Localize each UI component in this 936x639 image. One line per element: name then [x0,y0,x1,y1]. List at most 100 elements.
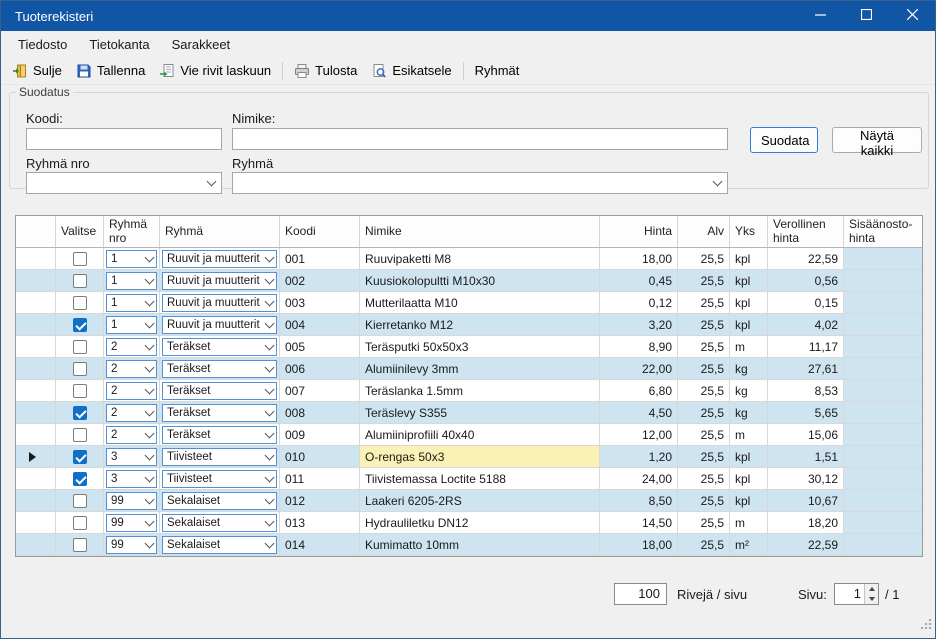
group-select[interactable]: Ruuvit ja muutterit [162,316,277,334]
column-header-verollinen-hinta[interactable]: Verollinen hinta [768,216,844,247]
cell-koodi[interactable]: 007 [280,380,360,402]
cell-alv[interactable]: 25,5 [678,534,730,556]
row-selector[interactable] [16,358,56,380]
cell-nimike[interactable]: Teräslevy S355 [360,402,600,424]
group-select[interactable]: Ruuvit ja muutterit [162,250,277,268]
close-button[interactable] [889,1,935,31]
combo-cell[interactable]: Teräkset [160,380,280,402]
cell-yks[interactable]: m [730,336,768,358]
row-selector[interactable] [16,314,56,336]
cell-sisaanosto-hinta[interactable] [844,314,923,336]
row-selector[interactable] [16,490,56,512]
menu-tiedosto[interactable]: Tiedosto [7,31,78,57]
combo-cell[interactable]: Sekalaiset [160,534,280,556]
cell-verollinen-hinta[interactable]: 22,59 [768,248,844,270]
group-select[interactable]: Ruuvit ja muutterit [162,294,277,312]
checkbox-cell[interactable] [56,468,104,490]
cell-hinta[interactable]: 4,50 [600,402,678,424]
combo-cell[interactable]: 1 [104,248,160,270]
combo-cell[interactable]: Ruuvit ja muutterit [160,248,280,270]
combo-cell[interactable]: Teräkset [160,336,280,358]
cell-hinta[interactable]: 1,20 [600,446,678,468]
cell-alv[interactable]: 25,5 [678,424,730,446]
cell-alv[interactable]: 25,5 [678,292,730,314]
combo-cell[interactable]: 2 [104,402,160,424]
checkbox-cell[interactable] [56,358,104,380]
group-number-select[interactable]: 1 [106,316,157,334]
cell-verollinen-hinta[interactable]: 1,51 [768,446,844,468]
cell-nimike[interactable]: Kierretanko M12 [360,314,600,336]
row-selector[interactable] [16,446,56,468]
cell-verollinen-hinta[interactable]: 5,65 [768,402,844,424]
column-header-koodi[interactable]: Koodi [280,216,360,247]
print-button[interactable]: Tulosta [287,60,364,82]
cell-yks[interactable]: kg [730,402,768,424]
group-number-select[interactable]: 2 [106,426,157,444]
minimize-button[interactable] [797,1,843,31]
cell-yks[interactable]: kpl [730,314,768,336]
combo-cell[interactable]: 99 [104,490,160,512]
combo-cell[interactable]: 1 [104,314,160,336]
cell-koodi[interactable]: 003 [280,292,360,314]
cell-nimike[interactable]: Kumimatto 10mm [360,534,600,556]
cell-yks[interactable]: kg [730,358,768,380]
cell-alv[interactable]: 25,5 [678,446,730,468]
combo-cell[interactable]: 3 [104,446,160,468]
cell-nimike[interactable]: Alumiinilevy 3mm [360,358,600,380]
group-number-select[interactable]: 2 [106,338,157,356]
cell-nimike[interactable]: Mutterilaatta M10 [360,292,600,314]
cell-hinta[interactable]: 0,12 [600,292,678,314]
combo-cell[interactable]: 1 [104,292,160,314]
nayta-kaikki-button[interactable]: Näytä kaikki [832,127,922,153]
checkbox-cell[interactable] [56,424,104,446]
cell-koodi[interactable]: 013 [280,512,360,534]
group-number-select[interactable]: 1 [106,294,157,312]
cell-hinta[interactable]: 22,00 [600,358,678,380]
menu-sarakkeet[interactable]: Sarakkeet [161,31,242,57]
preview-button[interactable]: Esikatsele [364,60,458,82]
row-checkbox[interactable] [73,340,87,354]
cell-koodi[interactable]: 005 [280,336,360,358]
checkbox-cell[interactable] [56,292,104,314]
title-bar[interactable]: Tuoterekisteri [1,1,935,31]
combo-cell[interactable]: Teräkset [160,358,280,380]
cell-hinta[interactable]: 14,50 [600,512,678,534]
checkbox-cell[interactable] [56,512,104,534]
cell-sisaanosto-hinta[interactable] [844,380,923,402]
row-selector[interactable] [16,336,56,358]
cell-hinta[interactable]: 8,90 [600,336,678,358]
group-select[interactable]: Sekalaiset [162,492,277,510]
row-selector[interactable] [16,248,56,270]
row-checkbox[interactable] [73,406,87,420]
stepper-up-button[interactable] [865,584,878,594]
row-selector[interactable] [16,380,56,402]
resize-grip[interactable] [919,617,932,635]
column-header-alv[interactable]: Alv [678,216,730,247]
cell-nimike[interactable]: Kuusiokolopultti M10x30 [360,270,600,292]
cell-alv[interactable]: 25,5 [678,336,730,358]
cell-koodi[interactable]: 006 [280,358,360,380]
row-selector[interactable] [16,402,56,424]
cell-sisaanosto-hinta[interactable] [844,424,923,446]
cell-nimike[interactable]: Teräsputki 50x50x3 [360,336,600,358]
cell-koodi[interactable]: 010 [280,446,360,468]
column-header-ryhma-nro[interactable]: Ryhmä nro [104,216,160,247]
cell-verollinen-hinta[interactable]: 11,17 [768,336,844,358]
group-select[interactable]: Sekalaiset [162,514,277,532]
cell-koodi[interactable]: 008 [280,402,360,424]
groups-button[interactable]: Ryhmät [468,60,527,81]
combo-cell[interactable]: Teräkset [160,424,280,446]
nimike-input[interactable] [232,128,728,150]
cell-koodi[interactable]: 001 [280,248,360,270]
row-selector[interactable] [16,270,56,292]
checkbox-cell[interactable] [56,534,104,556]
row-checkbox[interactable] [73,318,87,332]
column-header-hinta[interactable]: Hinta [600,216,678,247]
cell-verollinen-hinta[interactable]: 4,02 [768,314,844,336]
row-checkbox[interactable] [73,252,87,266]
cell-alv[interactable]: 25,5 [678,358,730,380]
group-select[interactable]: Teräkset [162,426,277,444]
cell-verollinen-hinta[interactable]: 0,15 [768,292,844,314]
row-checkbox[interactable] [73,274,87,288]
row-selector[interactable] [16,424,56,446]
